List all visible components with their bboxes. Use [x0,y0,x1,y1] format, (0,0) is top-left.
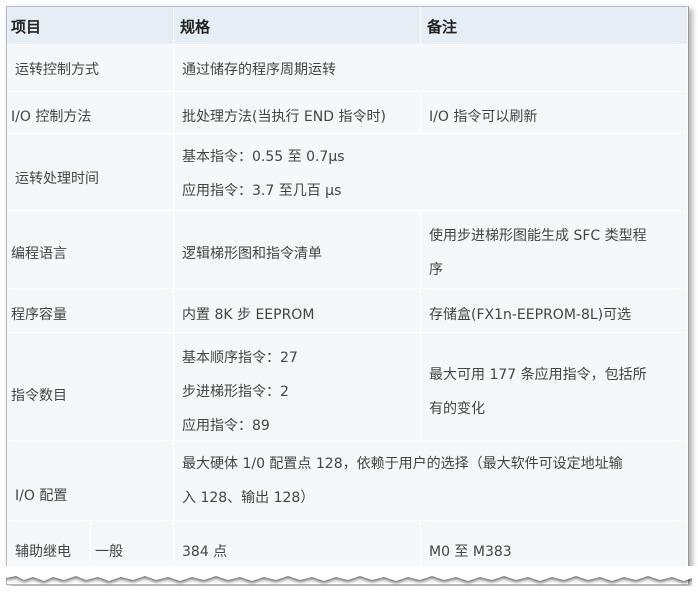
row-2-spec: 基本指令：0.55 至 0.7μs 应用指令：3.7 至几百 μs [174,134,688,211]
row-6-spec: 最大硬体 1/0 配置点 128，依赖于用户的选择（最大软件可设定地址输 入 1… [174,441,688,521]
header-item: 项目 [7,7,174,45]
row-2-item: 运转处理时间 [7,134,174,211]
row-0-spec: 通过储存的程序周期运转 [174,45,688,92]
row-2-spec-line-1: 基本指令：0.55 至 0.7μs [182,149,345,165]
row-5-note: 最大可用 177 条应用指令，包括所 有的变化 [421,333,688,441]
row-4-note: 存储盒(FX1n-EEPROM-8L)可选 [421,289,688,333]
row-5-note-line-1: 最大可用 177 条应用指令，包括所 [429,367,647,383]
header-note: 备注 [421,7,688,45]
row-3-note-line-1: 使用步进梯形图能生成 SFC 类型程 [429,228,647,244]
row-2-spec-line-2: 应用指令：3.7 至几百 μs [182,183,342,199]
row-6-spec-line-2: 入 128、输出 128） [182,490,315,506]
row-5-spec-line-1: 基本顺序指令：27 [182,350,298,366]
row-1-item: I/O 控制方法 [7,92,174,134]
row-3-spec: 逻辑梯形图和指令清单 [174,211,421,289]
row-3-note-line-2: 序 [429,262,443,278]
header-spec: 规格 [174,7,421,45]
row-0-item: 运转控制方式 [7,45,174,92]
row-4-item: 程序容量 [7,289,174,333]
row-3-item: 编程语言 [7,211,174,289]
row-1-spec: 批处理方法(当执行 END 指令时) [174,92,421,134]
row-5-spec-line-3: 应用指令：89 [182,418,270,434]
row-6-item: I/O 配置 [7,441,174,521]
row-5-spec: 基本顺序指令：27 步进梯形指令：2 应用指令：89 [174,333,421,441]
row-6-spec-line-1: 最大硬体 1/0 配置点 128，依赖于用户的选择（最大软件可设定地址输 [182,456,623,472]
row-5-item: 指令数目 [7,333,174,441]
torn-edge-decoration [0,566,698,593]
row-4-spec: 内置 8K 步 EEPROM [174,289,421,333]
row-3-note: 使用步进梯形图能生成 SFC 类型程 序 [421,211,688,289]
row-5-note-line-2: 有的变化 [429,401,485,417]
spec-table: 项目 规格 备注 运转控制方式 通过储存的程序周期运转 I/O 控制方法 批处理… [6,6,689,585]
row-1-note: I/O 指令可以刷新 [421,92,688,134]
row-5-spec-line-2: 步进梯形指令：2 [182,384,289,400]
